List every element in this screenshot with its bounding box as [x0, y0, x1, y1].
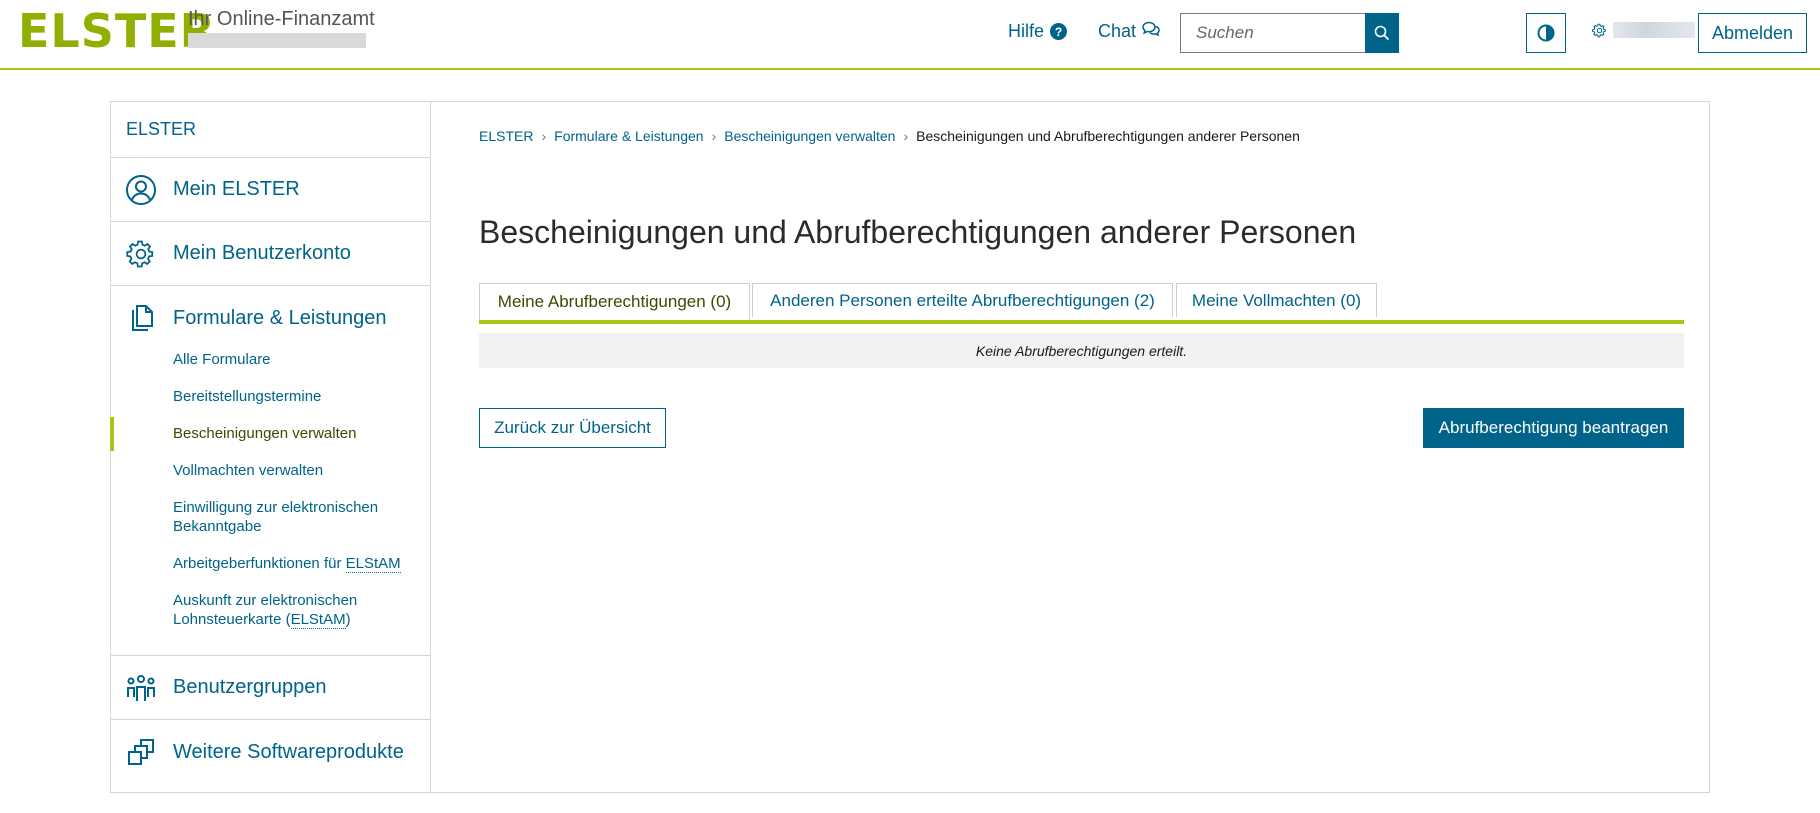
page-title: Bescheinigungen und Abrufberechtigungen … — [479, 214, 1357, 250]
elstam-abbreviation: ELStAM — [290, 611, 346, 629]
gear-icon — [1592, 23, 1606, 37]
breadcrumb-link-bescheinigungen[interactable]: Bescheinigungen verwalten — [724, 128, 895, 144]
tab-meine-vollmachten[interactable]: Meine Vollmachten (0) — [1176, 283, 1377, 317]
sidebar-home-link[interactable]: ELSTER — [110, 101, 430, 158]
tab-bar: Meine Abrufberechtigungen (0) Anderen Pe… — [479, 283, 1684, 324]
chat-link[interactable]: Chat — [1098, 21, 1160, 42]
tab-erteilte-abrufberechtigungen[interactable]: Anderen Personen erteilte Abrufberechtig… — [752, 283, 1173, 317]
sidebar-nav: ELSTER Mein ELSTER Mein Benutzerkonto Fo… — [110, 101, 431, 793]
redacted-account-name — [1613, 22, 1695, 38]
breadcrumb-current: Bescheinigungen und Abrufberechtigungen … — [916, 128, 1300, 144]
submenu-item-alle-formulare[interactable]: Alle Formulare — [110, 350, 430, 369]
account-settings-menu[interactable] — [1592, 22, 1695, 38]
stacked-windows-icon — [125, 736, 157, 768]
help-link[interactable]: Hilfe ? — [1008, 21, 1068, 42]
breadcrumb: ELSTER › Formulare & Leistungen › Besche… — [479, 128, 1300, 144]
sidebar-item-label: Mein Benutzerkonto — [173, 242, 351, 264]
help-link-label: Hilfe — [1008, 21, 1045, 41]
header: ELSTER Ihr Online-Finanzamt Hilfe ? Chat… — [0, 0, 1820, 70]
chevron-right-icon: › — [903, 128, 909, 144]
submenu-item-einwilligung[interactable]: Einwilligung zur elektronischen Bekanntg… — [110, 498, 430, 536]
sidebar-item-benutzergruppen[interactable]: Benutzergruppen — [110, 656, 430, 720]
breadcrumb-link-formulare[interactable]: Formulare & Leistungen — [554, 128, 703, 144]
elstam-abbreviation: ELStAM — [345, 555, 401, 573]
redacted-user-name — [188, 33, 366, 48]
sidebar-item-softwareprodukte[interactable]: Weitere Softwareprodukte — [110, 720, 430, 784]
sidebar-item-mein-elster[interactable]: Mein ELSTER — [110, 158, 430, 222]
sidebar-submenu: Alle Formulare Bereitstellungstermine Be… — [110, 350, 430, 655]
request-authorization-button[interactable]: Abrufberechtigung beantragen — [1423, 408, 1684, 448]
chat-bubble-icon — [1142, 21, 1160, 42]
sidebar-item-label: Benutzergruppen — [173, 676, 327, 698]
sidebar-group-formulare: Formulare & Leistungen Alle Formulare Be… — [110, 286, 430, 656]
back-to-overview-button[interactable]: Zurück zur Übersicht — [479, 408, 666, 448]
submenu-item-vollmachten[interactable]: Vollmachten verwalten — [110, 461, 430, 480]
search-button[interactable] — [1365, 13, 1399, 53]
submenu-item-label: Arbeitgeberfunktionen für — [173, 555, 346, 572]
logout-button[interactable]: Abmelden — [1698, 13, 1807, 53]
submenu-item-auskunft-lohnsteuerkarte[interactable]: Auskunft zur elektronischen Lohnsteuerka… — [110, 591, 430, 629]
sidebar-item-formulare[interactable]: Formulare & Leistungen — [110, 286, 430, 350]
question-icon: ? — [1050, 23, 1068, 40]
contrast-icon — [1537, 24, 1555, 42]
user-group-icon — [125, 672, 157, 704]
sidebar-item-label: Mein ELSTER — [173, 178, 300, 200]
sidebar-item-benutzerkonto[interactable]: Mein Benutzerkonto — [110, 222, 430, 286]
submenu-item-label-suffix: ) — [345, 611, 351, 628]
submenu-item-bereitstellungstermine[interactable]: Bereitstellungstermine — [110, 387, 430, 406]
documents-icon — [125, 302, 157, 334]
chevron-right-icon: › — [541, 128, 547, 144]
tab-meine-abrufberechtigungen[interactable]: Meine Abrufberechtigungen (0) — [479, 283, 750, 320]
empty-state-message: Keine Abrufberechtigungen erteilt. — [479, 333, 1684, 368]
contrast-toggle-button[interactable] — [1526, 13, 1566, 53]
elster-logo[interactable]: ELSTER — [18, 6, 216, 56]
gear-icon — [125, 238, 157, 270]
submenu-item-arbeitgeberfunktionen[interactable]: Arbeitgeberfunktionen für ELStAM — [110, 554, 430, 573]
sidebar-item-label: Formulare & Leistungen — [173, 306, 387, 329]
chevron-right-icon: › — [711, 128, 717, 144]
breadcrumb-link-elster[interactable]: ELSTER — [479, 128, 533, 144]
user-circle-icon — [125, 174, 157, 206]
submenu-item-bescheinigungen[interactable]: Bescheinigungen verwalten — [110, 417, 430, 451]
chat-link-label: Chat — [1098, 21, 1137, 41]
sidebar-item-label: Weitere Softwareprodukte — [173, 740, 404, 763]
search-icon — [1374, 25, 1390, 41]
logo-subtitle: Ihr Online-Finanzamt — [188, 8, 375, 30]
